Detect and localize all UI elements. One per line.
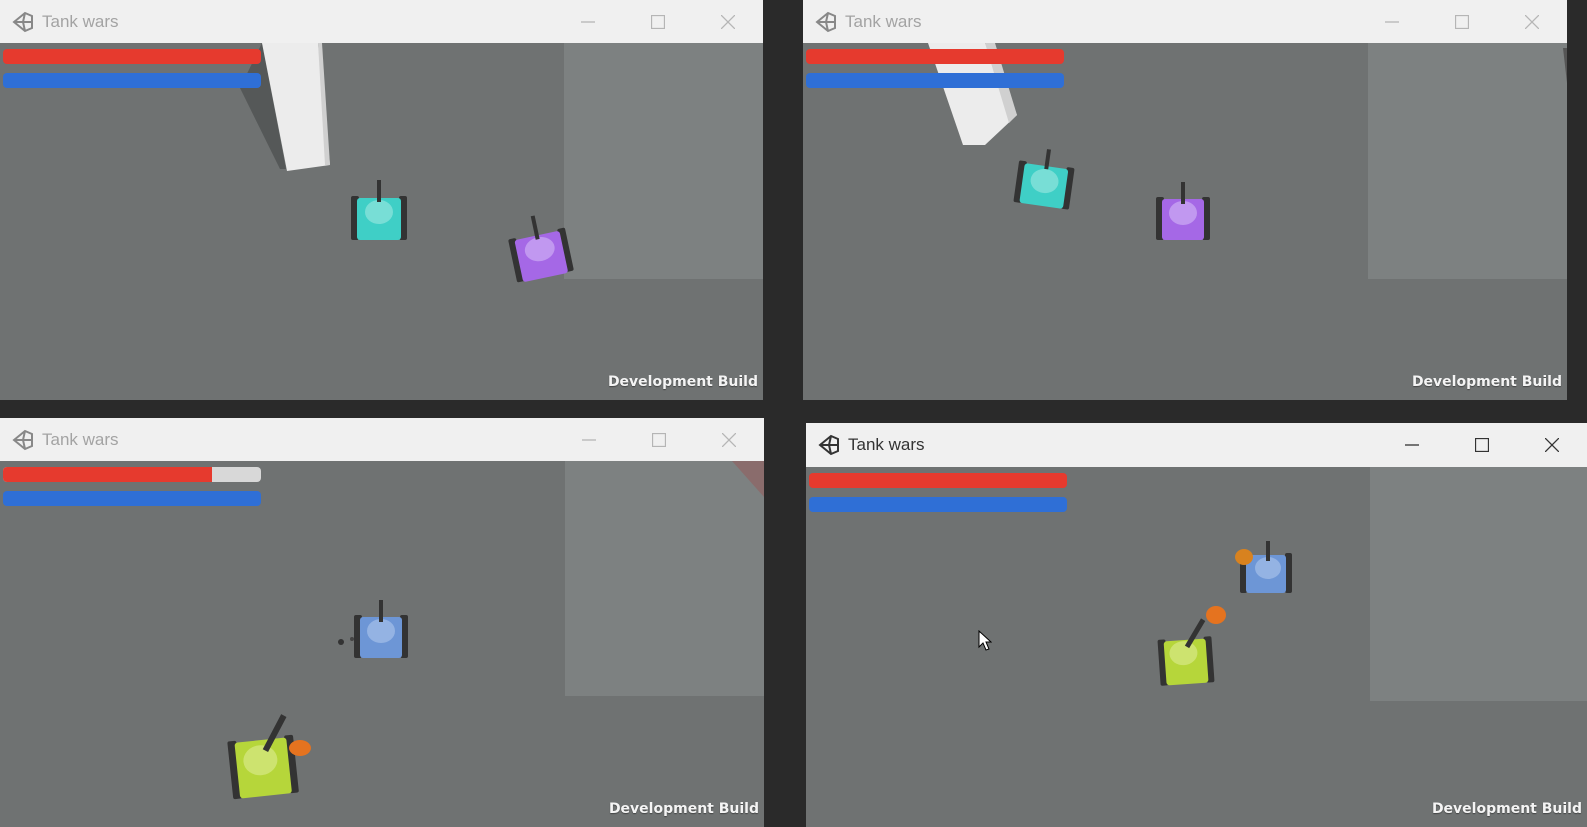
game-window-top-left[interactable]: Tank wars Development Build [0, 0, 763, 400]
mouse-cursor-icon [978, 630, 992, 651]
title-bar[interactable]: Tank wars [803, 0, 1567, 43]
game-window-bottom-left[interactable]: Tank wars Development Build [0, 418, 764, 827]
unity-logo-icon [10, 9, 36, 35]
maximize-button[interactable] [623, 0, 693, 43]
maximize-icon [651, 14, 665, 29]
maximize-button[interactable] [1447, 423, 1517, 467]
health-bar [809, 473, 1067, 488]
ammo-bar [3, 73, 261, 88]
projectile-shell [289, 740, 311, 756]
health-bar [3, 467, 261, 482]
game-viewport[interactable]: Development Build [0, 43, 763, 400]
close-icon [721, 14, 735, 29]
tank-purple [508, 215, 574, 283]
health-bar [3, 49, 261, 64]
close-icon [1545, 438, 1559, 452]
game-window-bottom-right[interactable]: Tank wars Development Build [806, 423, 1587, 827]
development-build-label: Development Build [1431, 801, 1582, 817]
maximize-button[interactable] [1427, 0, 1497, 43]
minimize-button[interactable] [553, 0, 623, 43]
maximize-button[interactable] [624, 418, 694, 461]
tank-blue [1240, 541, 1292, 593]
close-icon [722, 432, 736, 447]
maximize-icon [1475, 438, 1489, 452]
maximize-icon [1455, 14, 1469, 29]
minimize-icon [581, 20, 595, 23]
game-viewport[interactable]: Development Build [0, 461, 764, 827]
tank-cyan [1013, 149, 1075, 210]
close-button[interactable] [693, 0, 763, 43]
title-bar[interactable]: Tank wars [0, 0, 763, 43]
close-button[interactable] [1517, 423, 1587, 467]
title-bar[interactable]: Tank wars [806, 423, 1587, 467]
tank-green [227, 714, 299, 800]
tank-cyan [351, 180, 407, 240]
minimize-button[interactable] [554, 418, 624, 461]
minimize-button[interactable] [1377, 423, 1447, 467]
minimize-icon [1385, 20, 1399, 23]
close-button[interactable] [694, 418, 764, 461]
minimize-button[interactable] [1357, 0, 1427, 43]
explosion [1235, 549, 1253, 565]
projectile-shell [1206, 606, 1226, 624]
title-bar[interactable]: Tank wars [0, 418, 764, 461]
tank-purple [1156, 182, 1210, 240]
window-title: Tank wars [848, 435, 925, 454]
game-window-top-right[interactable]: Tank wars Development Build [803, 0, 1567, 400]
maximize-icon [652, 432, 666, 447]
development-build-label: Development Build [1411, 374, 1562, 390]
minimize-icon [582, 438, 596, 441]
unity-logo-icon [813, 9, 839, 35]
ammo-bar [806, 73, 1064, 88]
close-button[interactable] [1497, 0, 1567, 43]
ammo-bar [809, 497, 1067, 512]
development-build-label: Development Build [607, 374, 758, 390]
minimize-icon [1405, 444, 1419, 446]
window-title: Tank wars [42, 11, 119, 31]
game-viewport[interactable]: Development Build [803, 43, 1567, 400]
tank-green [1157, 618, 1215, 686]
window-title: Tank wars [845, 11, 922, 31]
health-bar [806, 49, 1064, 64]
unity-logo-icon [10, 427, 36, 453]
window-title: Tank wars [42, 429, 119, 449]
unity-logo-icon [816, 432, 842, 458]
close-icon [1525, 14, 1539, 29]
game-viewport[interactable]: Development Build [806, 467, 1587, 827]
tank-blue [354, 600, 408, 658]
ammo-bar [3, 491, 261, 506]
projectile [338, 639, 344, 645]
development-build-label: Development Build [608, 801, 759, 817]
